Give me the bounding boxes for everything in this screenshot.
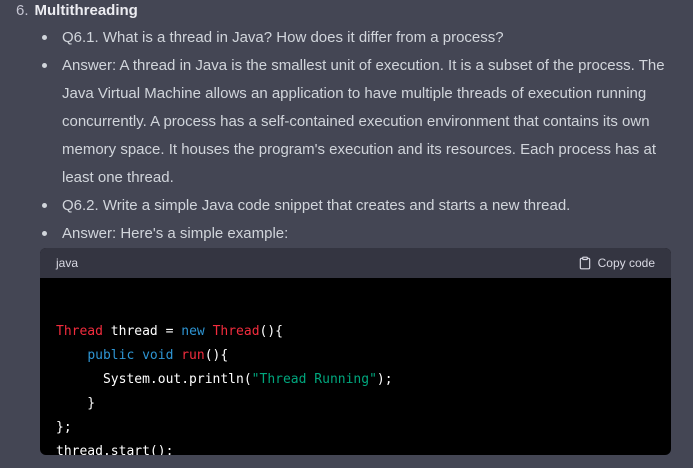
code-token: thread.start(); bbox=[56, 444, 174, 455]
code-token: } bbox=[56, 396, 96, 411]
list-item-text: Q6.2. Write a simple Java code snippet t… bbox=[62, 197, 571, 214]
code-header: java Copy code bbox=[40, 248, 671, 278]
list-item: Answer: A thread in Java is the smallest… bbox=[0, 52, 693, 192]
code-language-label: java bbox=[56, 256, 79, 270]
code-token: thread = bbox=[102, 324, 182, 339]
code-token: }; bbox=[56, 420, 72, 435]
list-item-text: Answer: Here's a simple example: bbox=[62, 225, 289, 242]
code-content[interactable]: Thread thread = new Thread(){ public voi… bbox=[40, 278, 671, 455]
bullet-icon bbox=[42, 63, 47, 68]
list-item-text: Answer: A thread in Java is the smallest… bbox=[62, 57, 665, 186]
bullet-icon bbox=[42, 203, 47, 208]
code-token: public void bbox=[87, 348, 174, 363]
chat-message: 6. Multithreading Q6.1. What is a thread … bbox=[0, 0, 693, 468]
code-token: new bbox=[181, 324, 205, 339]
code-token: run bbox=[181, 348, 205, 363]
code-token: (){ bbox=[204, 348, 229, 363]
code-line: thread.start(); bbox=[56, 444, 173, 455]
code-token: "Thread Running" bbox=[251, 372, 377, 387]
list-item: Q6.1. What is a thread in Java? How does… bbox=[0, 24, 693, 52]
code-token: System.out.println( bbox=[56, 372, 252, 387]
list-item-text: Q6.1. What is a thread in Java? How does… bbox=[62, 29, 504, 46]
code-token: (){ bbox=[259, 324, 284, 339]
code-block: java Copy code Thread thread = new Threa… bbox=[40, 248, 671, 455]
bullet-list: Q6.1. What is a thread in Java? How does… bbox=[0, 24, 693, 248]
copy-code-label: Copy code bbox=[597, 256, 655, 270]
bullet-icon bbox=[42, 35, 47, 40]
code-line: } bbox=[56, 396, 95, 411]
code-line: }; bbox=[56, 420, 72, 435]
code-token: ); bbox=[376, 372, 393, 387]
code-token: Thread bbox=[56, 324, 103, 339]
list-item: Answer: Here's a simple example: bbox=[0, 220, 693, 248]
code-line: public void run(){ bbox=[56, 348, 228, 363]
section-title: Multithreading bbox=[34, 2, 138, 19]
copy-code-button[interactable]: Copy code bbox=[578, 256, 655, 270]
list-item: Q6.2. Write a simple Java code snippet t… bbox=[0, 192, 693, 220]
clipboard-icon bbox=[579, 256, 590, 270]
code-line: Thread thread = new Thread(){ bbox=[56, 324, 283, 339]
section-number: 6. bbox=[16, 2, 29, 19]
section-heading: 6. Multithreading bbox=[16, 0, 138, 22]
bullet-icon bbox=[42, 231, 47, 236]
code-line: System.out.println("Thread Running"); bbox=[56, 372, 393, 387]
code-token: Thread bbox=[212, 324, 260, 339]
